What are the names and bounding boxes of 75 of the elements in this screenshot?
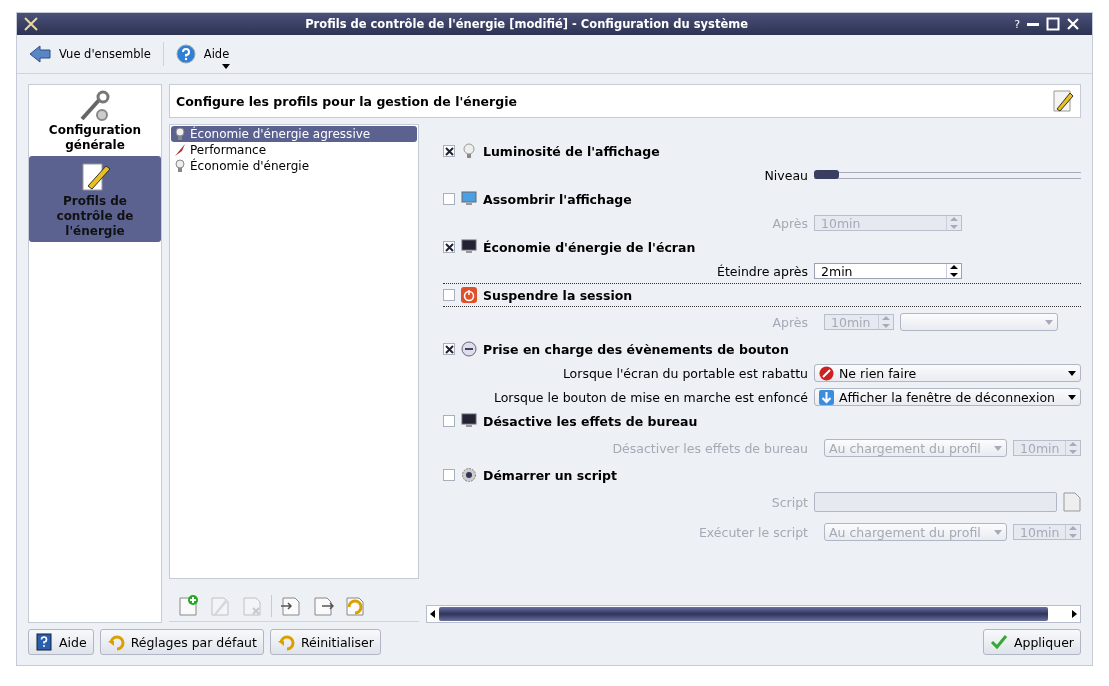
forbidden-icon bbox=[819, 365, 834, 381]
window-title: Profils de contrôle de l'énergie [modifié] - Configuration du système bbox=[304, 17, 749, 31]
setting-label: Éteindre après bbox=[716, 263, 809, 279]
undo-arrow-icon bbox=[276, 633, 295, 651]
overview-button[interactable]: Vue d'ensemble bbox=[25, 39, 155, 69]
reset-button[interactable]: Réinitialiser bbox=[269, 629, 381, 655]
profile-item[interactable]: Performance bbox=[171, 142, 417, 158]
group-title: Désactive les effets de bureau bbox=[483, 413, 698, 429]
checkbox[interactable] bbox=[443, 469, 455, 481]
document-icon bbox=[280, 595, 302, 617]
checkbox[interactable] bbox=[443, 343, 455, 355]
caret-icon[interactable] bbox=[1068, 394, 1076, 400]
checkmark-icon bbox=[989, 633, 1008, 651]
screen-icon bbox=[461, 413, 477, 429]
document-icon bbox=[209, 595, 231, 617]
help-button[interactable]: Aide bbox=[28, 629, 94, 655]
setting-label: Après bbox=[771, 215, 809, 231]
setting-label: Exécuter le script bbox=[697, 524, 809, 540]
slider-thumb[interactable] bbox=[814, 169, 839, 179]
down-arrow-icon bbox=[819, 389, 834, 405]
dropdown[interactable]: Ne rien faire bbox=[814, 364, 1081, 382]
bulb-icon bbox=[174, 159, 186, 173]
checkbox[interactable] bbox=[443, 145, 455, 157]
pencil-icon[interactable] bbox=[1052, 89, 1074, 113]
dropdown[interactable]: Afficher la fenêtre de déconnexion bbox=[814, 388, 1081, 406]
sidebar-item[interactable]: Configuration générale bbox=[29, 85, 161, 156]
back-arrow-icon bbox=[29, 45, 51, 63]
script-path-field[interactable] bbox=[814, 492, 1057, 512]
spin-arrows-icon[interactable] bbox=[950, 264, 958, 278]
maximize-icon[interactable] bbox=[1046, 17, 1060, 31]
checkbox[interactable] bbox=[443, 193, 455, 205]
document-icon bbox=[344, 595, 366, 617]
setting-label: Après bbox=[771, 314, 809, 330]
undo-arrow-icon bbox=[106, 633, 125, 651]
help-book-icon bbox=[35, 633, 53, 651]
setting-label: Désactiver les effets de bureau bbox=[611, 440, 809, 456]
profile-item[interactable]: Économie d'énergie agressive bbox=[171, 126, 417, 142]
setting-label: Niveau bbox=[763, 167, 809, 183]
setting-label: Lorsque l'écran du portable est rabattu bbox=[561, 365, 809, 381]
group-title: Économie d'énergie de l'écran bbox=[483, 239, 696, 255]
file-icon[interactable] bbox=[1063, 492, 1081, 512]
checkbox[interactable] bbox=[443, 415, 455, 427]
power-icon bbox=[461, 287, 477, 303]
caret-icon[interactable] bbox=[1068, 370, 1076, 376]
header-title: Configure les profils pour la gestion de l'énergie bbox=[176, 93, 517, 109]
checkbox[interactable] bbox=[443, 241, 455, 253]
bulb-icon bbox=[461, 143, 477, 159]
slider-track[interactable] bbox=[814, 171, 1081, 179]
group-title: Suspendre la session bbox=[483, 287, 633, 303]
horizontal-scrollbar[interactable] bbox=[426, 605, 1081, 623]
close-icon[interactable] bbox=[1066, 17, 1080, 31]
monitor-icon bbox=[461, 191, 477, 207]
apply-button[interactable]: Appliquer bbox=[982, 629, 1081, 655]
gear-icon bbox=[461, 467, 477, 483]
tools-icon bbox=[23, 16, 39, 32]
group-title: Luminosité de l'affichage bbox=[483, 143, 660, 159]
setting-label: Script bbox=[770, 494, 809, 510]
help-menu-button[interactable]: Aide bbox=[171, 39, 234, 69]
setting-label: Lorsque le bouton de mise en marche est enfoncé bbox=[492, 389, 809, 405]
screen-icon bbox=[461, 239, 477, 255]
document-icon bbox=[241, 595, 263, 617]
document-icon bbox=[312, 595, 334, 617]
spin-box[interactable]: 2min bbox=[814, 263, 962, 279]
profile-item[interactable]: Économie d'énergie bbox=[171, 158, 417, 174]
defaults-button[interactable]: Réglages par défaut bbox=[99, 629, 264, 655]
help-button[interactable]: ? bbox=[1014, 17, 1020, 31]
group-title: Prise en charge des évènements de bouton bbox=[483, 341, 789, 357]
help-icon bbox=[175, 44, 196, 64]
checkbox[interactable] bbox=[443, 289, 455, 301]
group-title: Assombrir l'affichage bbox=[483, 191, 632, 207]
bulb-icon bbox=[174, 127, 186, 141]
group-title: Démarrer un script bbox=[483, 467, 617, 483]
dropdown[interactable] bbox=[900, 313, 1058, 331]
caret-icon bbox=[221, 64, 230, 69]
document-icon bbox=[177, 595, 199, 617]
